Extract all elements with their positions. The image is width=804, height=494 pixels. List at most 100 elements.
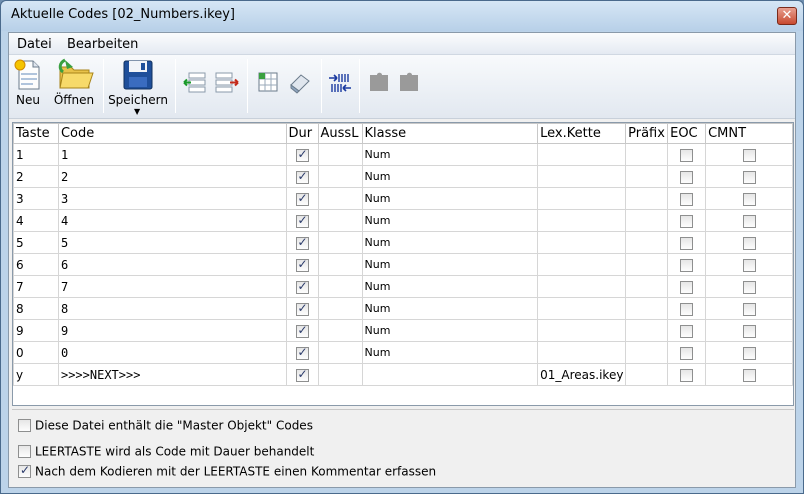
cell-cmnt-checkbox[interactable] xyxy=(742,192,756,206)
cell-eoc-checkbox[interactable] xyxy=(680,302,694,316)
header-taste[interactable]: Taste xyxy=(13,123,59,144)
cell-praefix[interactable] xyxy=(625,341,669,364)
cell-lex-kette[interactable] xyxy=(537,297,627,320)
close-button[interactable]: ✕ xyxy=(777,7,797,25)
cell-lex-kette[interactable] xyxy=(537,165,627,188)
cell-code[interactable]: 0 xyxy=(57,341,287,364)
cell-eoc-checkbox[interactable] xyxy=(680,368,694,382)
cell-dur[interactable] xyxy=(285,187,319,210)
cell-dur[interactable] xyxy=(285,143,319,166)
cell-klasse[interactable]: Num xyxy=(361,253,539,276)
cell-taste[interactable]: 2 xyxy=(13,165,59,188)
open-button[interactable]: Öffnen xyxy=(51,57,97,113)
cell-lex-kette[interactable] xyxy=(537,187,627,210)
cell-dur-checkbox[interactable] xyxy=(295,301,309,316)
cell-aussl[interactable] xyxy=(317,319,363,342)
cell-praefix[interactable] xyxy=(625,209,669,232)
option-leertaste-dauer[interactable]: LEERTASTE wird als Code mit Dauer behand… xyxy=(18,444,314,460)
cell-code[interactable]: 7 xyxy=(57,275,287,298)
cell-eoc[interactable] xyxy=(667,319,707,342)
header-lex-kette[interactable]: Lex.Kette xyxy=(537,123,627,144)
cell-eoc[interactable] xyxy=(667,363,707,386)
cell-dur-checkbox[interactable] xyxy=(295,169,309,184)
cell-klasse[interactable]: Num xyxy=(361,209,539,232)
table-row[interactable]: 22 Num xyxy=(13,165,793,188)
cell-eoc[interactable] xyxy=(667,165,707,188)
cell-code[interactable]: 5 xyxy=(57,231,287,254)
cell-eoc-checkbox[interactable] xyxy=(680,324,694,338)
cell-lex-kette[interactable] xyxy=(537,209,627,232)
cell-cmnt[interactable] xyxy=(705,363,793,386)
cell-dur-checkbox[interactable] xyxy=(295,279,309,294)
header-aussl[interactable]: AussL xyxy=(317,123,363,144)
cell-taste[interactable]: 6 xyxy=(13,253,59,276)
cell-lex-kette[interactable] xyxy=(537,319,627,342)
header-praefix[interactable]: Präfix xyxy=(625,123,669,144)
cell-cmnt-checkbox[interactable] xyxy=(742,236,756,250)
cell-eoc-checkbox[interactable] xyxy=(680,280,694,294)
title-bar[interactable]: Aktuelle Codes [02_Numbers.ikey] ✕ xyxy=(1,1,803,31)
cell-cmnt-checkbox[interactable] xyxy=(742,258,756,272)
cell-cmnt[interactable] xyxy=(705,143,793,166)
cell-dur[interactable] xyxy=(285,275,319,298)
menu-datei[interactable]: Datei xyxy=(17,37,52,52)
cell-dur[interactable] xyxy=(285,297,319,320)
cell-cmnt-checkbox[interactable] xyxy=(742,368,756,382)
cell-lex-kette[interactable]: 01_Areas.ikey xyxy=(537,363,627,386)
cell-cmnt[interactable] xyxy=(705,165,793,188)
cell-lex-kette[interactable] xyxy=(537,231,627,254)
cell-eoc-checkbox[interactable] xyxy=(680,346,694,360)
cell-klasse[interactable]: Num xyxy=(361,165,539,188)
cell-cmnt-checkbox[interactable] xyxy=(742,302,756,316)
cell-cmnt-checkbox[interactable] xyxy=(742,170,756,184)
table-row[interactable]: 33 Num xyxy=(13,187,793,210)
cell-taste[interactable]: 3 xyxy=(13,187,59,210)
table-row[interactable]: 66 Num xyxy=(13,253,793,276)
cell-taste[interactable]: y xyxy=(13,363,59,386)
table-row[interactable]: 00 Num xyxy=(13,341,793,364)
cell-dur[interactable] xyxy=(285,231,319,254)
cell-code[interactable]: 4 xyxy=(57,209,287,232)
table-row[interactable]: 55 Num xyxy=(13,231,793,254)
cell-cmnt[interactable] xyxy=(705,275,793,298)
option-checkbox[interactable] xyxy=(18,419,31,432)
cell-praefix[interactable] xyxy=(625,143,669,166)
header-klasse[interactable]: Klasse xyxy=(361,123,539,144)
header-dur[interactable]: Dur xyxy=(285,123,319,144)
cell-cmnt[interactable] xyxy=(705,297,793,320)
cell-klasse[interactable]: Num xyxy=(361,341,539,364)
disabled-action-button-1[interactable] xyxy=(365,69,393,109)
disabled-action-button-2[interactable] xyxy=(395,69,423,109)
cell-cmnt[interactable] xyxy=(705,231,793,254)
cell-eoc-checkbox[interactable] xyxy=(680,170,694,184)
cell-dur-checkbox[interactable] xyxy=(295,345,309,360)
cell-eoc-checkbox[interactable] xyxy=(680,258,694,272)
option-leertaste-kommentar[interactable]: Nach dem Kodieren mit der LEERTASTE eine… xyxy=(18,463,436,480)
cell-eoc-checkbox[interactable] xyxy=(680,214,694,228)
cell-eoc[interactable] xyxy=(667,275,707,298)
header-cmnt[interactable]: CMNT xyxy=(705,123,793,144)
cell-dur-checkbox[interactable] xyxy=(295,257,309,272)
cell-taste[interactable]: 8 xyxy=(13,297,59,320)
cell-lex-kette[interactable] xyxy=(537,275,627,298)
cell-praefix[interactable] xyxy=(625,253,669,276)
cell-cmnt-checkbox[interactable] xyxy=(742,214,756,228)
cell-aussl[interactable] xyxy=(317,363,363,386)
cell-taste[interactable]: 4 xyxy=(13,209,59,232)
cell-dur-checkbox[interactable] xyxy=(295,235,309,250)
save-dropdown-arrow-icon[interactable]: ▼ xyxy=(134,107,140,116)
cell-eoc[interactable] xyxy=(667,231,707,254)
cell-cmnt[interactable] xyxy=(705,209,793,232)
cell-dur-checkbox[interactable] xyxy=(295,213,309,228)
cell-taste[interactable]: 0 xyxy=(13,341,59,364)
cell-taste[interactable]: 9 xyxy=(13,319,59,342)
cell-dur[interactable] xyxy=(285,253,319,276)
cell-lex-kette[interactable] xyxy=(537,253,627,276)
cell-klasse[interactable]: Num xyxy=(361,297,539,320)
clear-button[interactable] xyxy=(287,69,313,109)
cell-eoc[interactable] xyxy=(667,209,707,232)
cell-klasse[interactable]: Num xyxy=(361,319,539,342)
cell-lex-kette[interactable] xyxy=(537,341,627,364)
menu-bearbeiten[interactable]: Bearbeiten xyxy=(67,37,138,52)
cell-code[interactable]: 1 xyxy=(57,143,287,166)
